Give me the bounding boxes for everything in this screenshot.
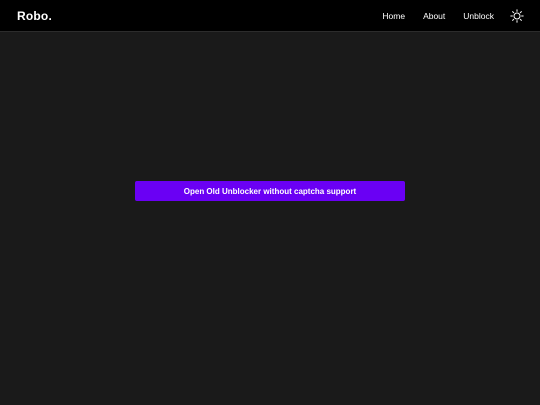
nav-link-about[interactable]: About [423, 0, 445, 32]
nav-link-unblock[interactable]: Unblock [463, 0, 494, 32]
navbar: Robo. Home About Unblock [0, 0, 540, 32]
brand-logo[interactable]: Robo. [17, 9, 52, 23]
nav-links: Home About Unblock [382, 0, 540, 32]
nav-link-home[interactable]: Home [382, 0, 405, 32]
sun-icon [510, 9, 524, 23]
theme-toggle-button[interactable] [510, 9, 524, 23]
main-content [0, 33, 540, 405]
open-old-unblocker-button[interactable]: Open Old Unblocker without captcha suppo… [135, 181, 405, 201]
